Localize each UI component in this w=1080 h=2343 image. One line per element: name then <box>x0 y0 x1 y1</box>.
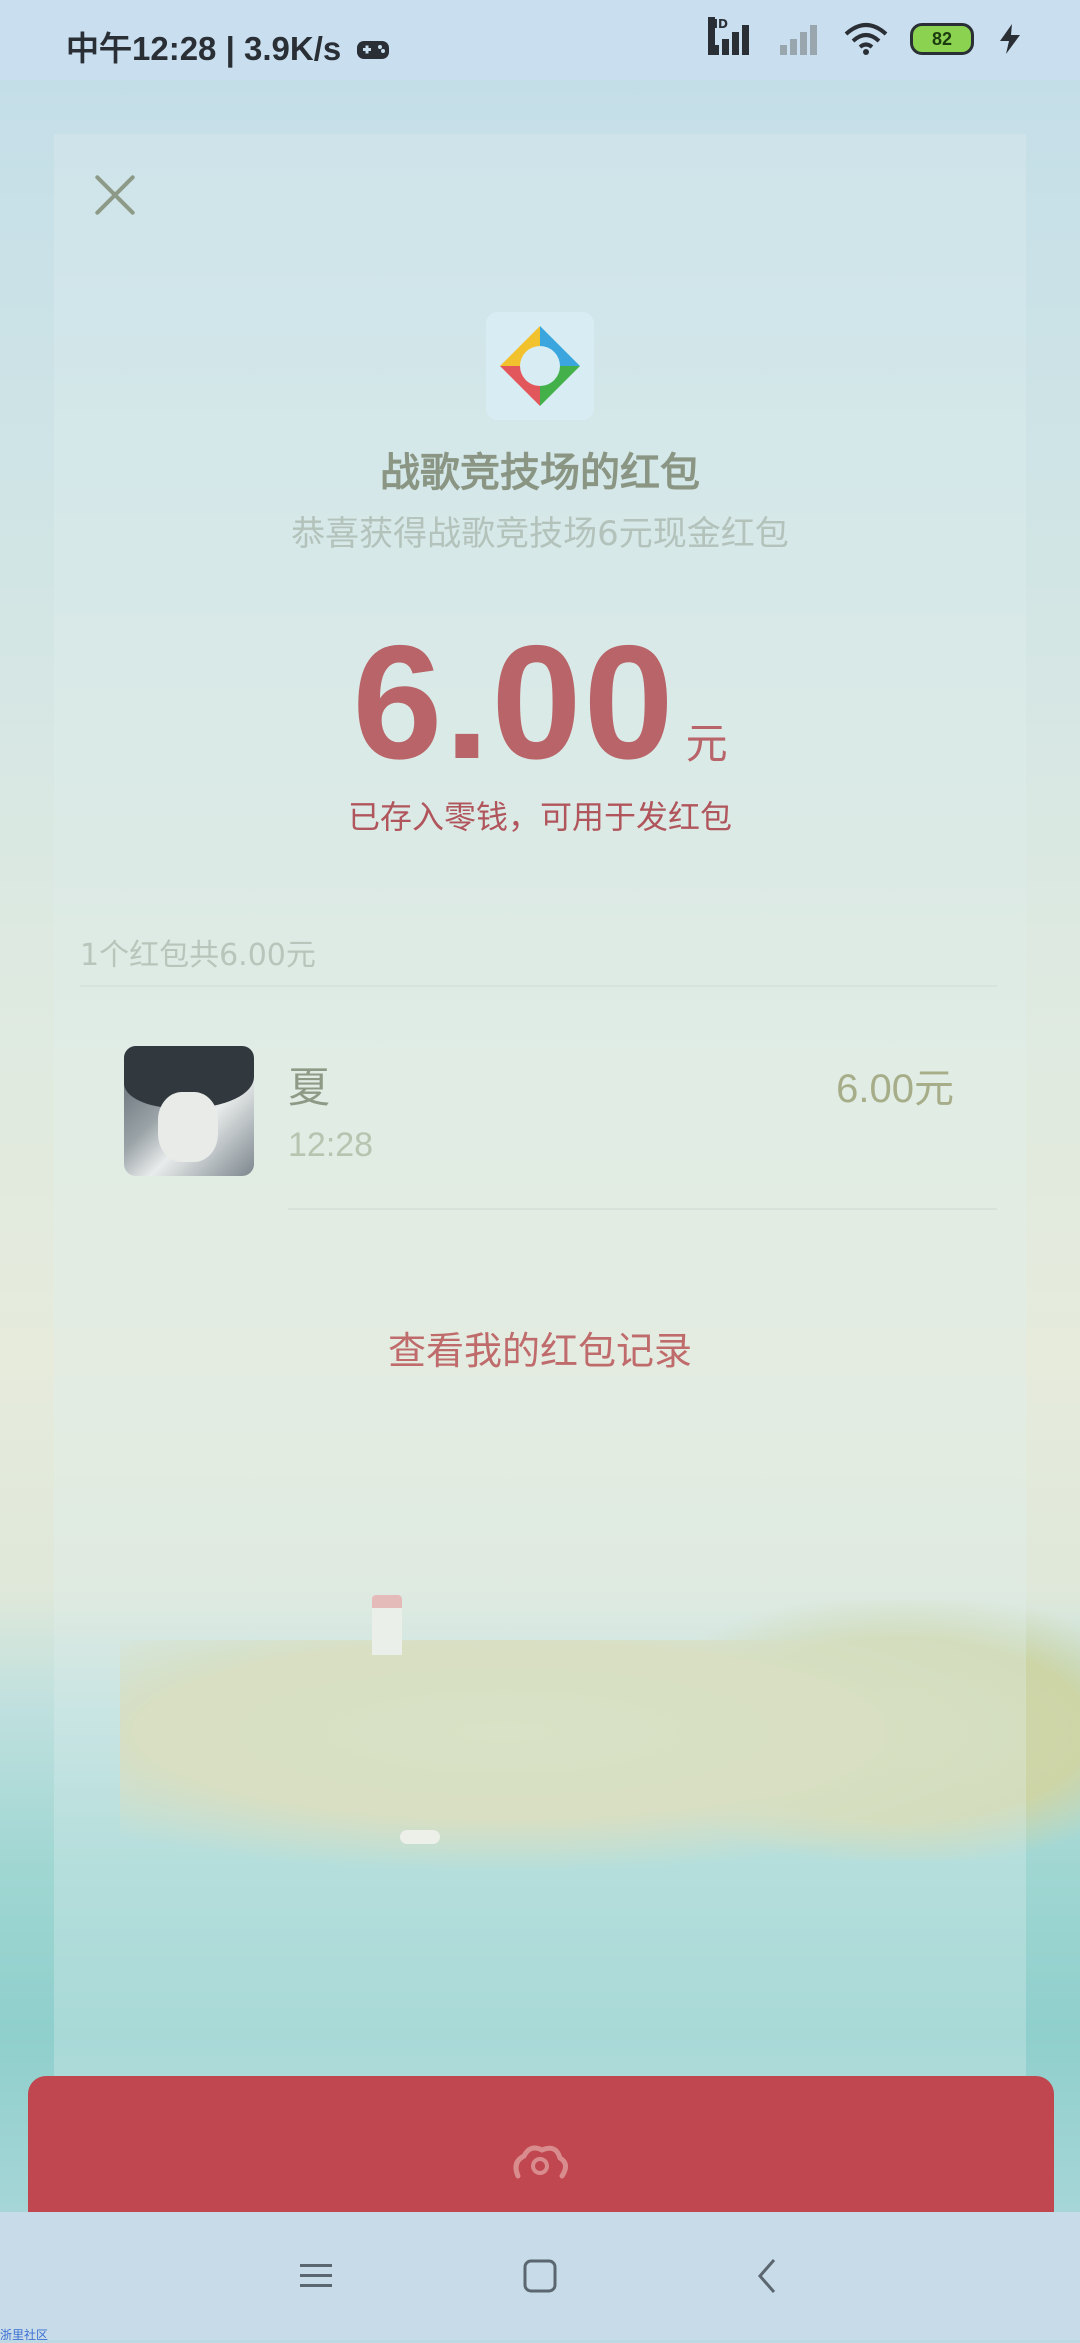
envelope-cloud-icon <box>513 2145 568 2179</box>
game-controller-icon <box>357 41 390 59</box>
signal-icon: HD <box>708 17 754 55</box>
envelope-zigzag-edge <box>54 2118 1026 2134</box>
status-left: 中午12:28 | 3.9K/s <box>66 22 390 70</box>
status-right: HD 82 <box>708 17 1024 56</box>
battery-level: 82 <box>931 28 953 49</box>
back-icon[interactable] <box>746 2254 790 2298</box>
battery-icon: 82 <box>910 23 974 55</box>
charging-icon <box>1000 24 1020 54</box>
receiver-name: 夏 <box>288 1063 331 1112</box>
red-packet-blessing: 恭喜获得战歌竞技场6元现金红包 <box>291 514 789 554</box>
home-icon[interactable] <box>518 2254 562 2298</box>
divider <box>80 985 997 987</box>
signal-dim-icon <box>776 23 822 55</box>
view-history-link[interactable]: 查看我的红包记录 <box>0 1320 1080 1375</box>
amount-value: 6.00 <box>352 612 676 793</box>
amount-display: 6.00 元 <box>0 610 1080 796</box>
avatar[interactable] <box>124 1046 254 1176</box>
arena-logo-icon <box>500 326 580 406</box>
status-time: 中午12:28 <box>66 30 217 67</box>
deposit-note[interactable]: 已存入零钱，可用于发红包 <box>0 792 1080 838</box>
close-icon[interactable] <box>92 172 138 218</box>
status-bar: 中午12:28 | 3.9K/s HD 82 <box>0 0 1080 80</box>
receiver-time: 12:28 <box>288 1126 374 1164</box>
divider <box>288 1208 997 1210</box>
menu-icon[interactable] <box>294 2254 338 2298</box>
receiver-amount: 6.00元 <box>836 1067 954 1111</box>
red-packet-summary: 1个红包共6.00元 <box>80 938 316 973</box>
red-packet-sender: 战歌竞技场的红包 <box>380 450 700 496</box>
wifi-icon <box>844 23 888 55</box>
watermark-text: 浙里社区 <box>0 2328 49 2342</box>
app-logo <box>486 312 594 420</box>
amount-unit: 元 <box>685 719 728 768</box>
network-speed: 3.9K/s <box>243 30 342 67</box>
